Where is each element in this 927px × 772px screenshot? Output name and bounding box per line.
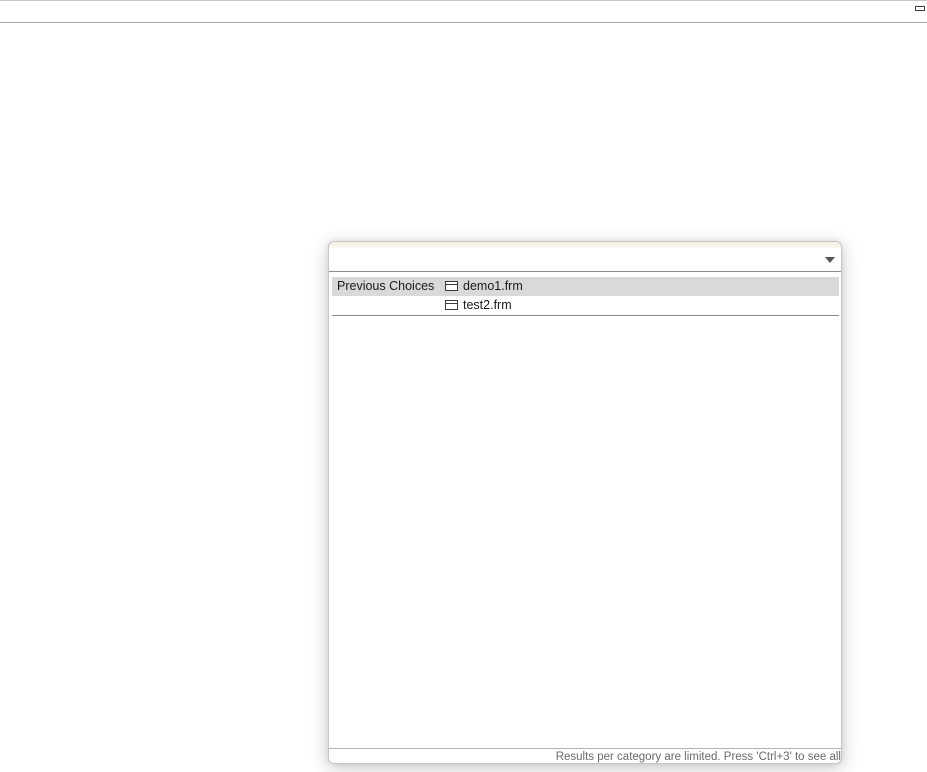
divider xyxy=(329,271,841,272)
category-divider xyxy=(332,315,839,316)
form-icon xyxy=(445,300,458,310)
list-item[interactable]: Previous Choices demo1.frm xyxy=(332,277,839,296)
form-icon xyxy=(445,281,458,291)
status-divider xyxy=(329,748,841,749)
category-label: Previous Choices xyxy=(337,279,435,293)
result-item-label: test2.frm xyxy=(463,298,512,312)
list-item[interactable]: test2.frm xyxy=(332,296,839,315)
quick-access-filter-input[interactable] xyxy=(329,248,819,270)
result-item-label: demo1.frm xyxy=(463,279,523,293)
minimize-icon[interactable] xyxy=(915,6,925,11)
result-item[interactable]: demo1.frm xyxy=(445,277,523,296)
quick-access-popup: Previous Choices demo1.frm test2.frm Res… xyxy=(328,241,842,764)
result-item[interactable]: test2.frm xyxy=(445,296,512,315)
status-message: Results per category are limited. Press … xyxy=(555,751,841,763)
chevron-down-icon[interactable] xyxy=(825,257,835,263)
editor-area-toolbar xyxy=(0,0,927,23)
results-list: Previous Choices demo1.frm test2.frm xyxy=(332,277,839,316)
